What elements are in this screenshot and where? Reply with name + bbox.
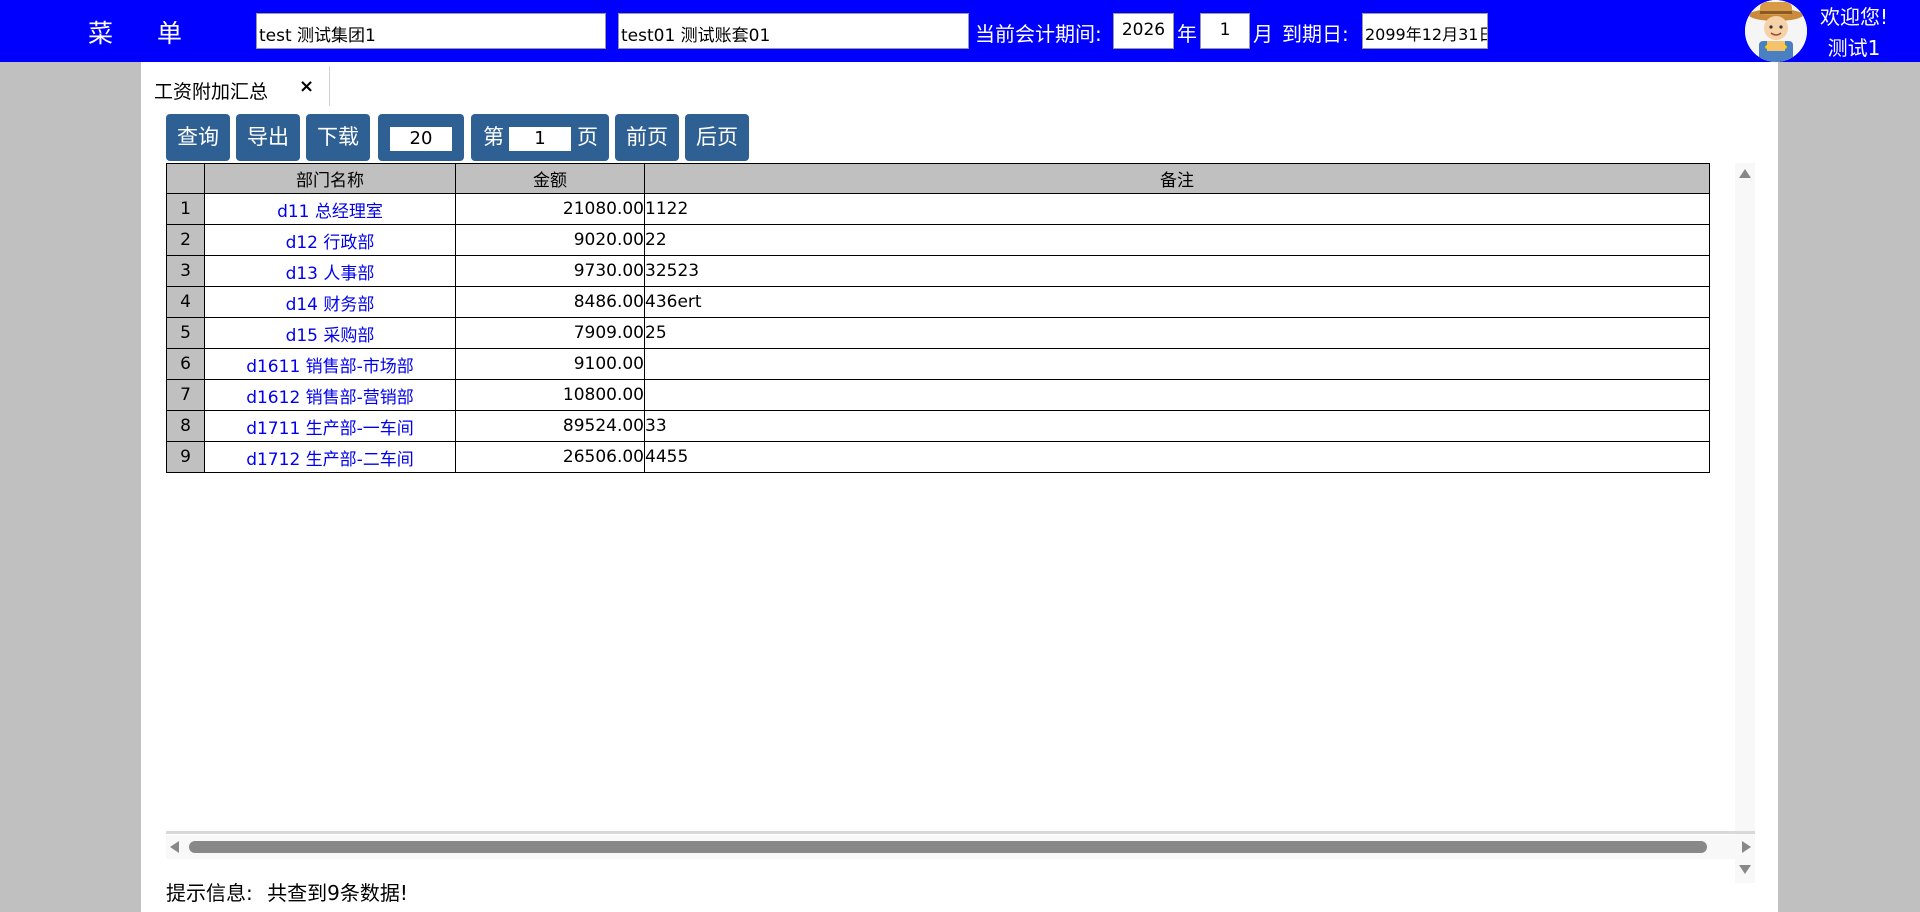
horizontal-scrollbar[interactable] (166, 835, 1755, 859)
amount-cell: 89524.00 (455, 410, 645, 442)
status-bar: 提示信息: 共查到9条数据! (166, 877, 408, 906)
note-cell (644, 348, 1710, 380)
page-suffix: 页 (577, 125, 598, 149)
table-row[interactable]: 1 d11 总经理室 21080.00 1122 (166, 193, 1710, 225)
amount-cell: 21080.00 (455, 193, 645, 225)
dept-link[interactable]: d1712 生产部-二车间 (204, 441, 456, 473)
dept-link[interactable]: d1612 销售部-营销部 (204, 379, 456, 411)
row-number: 3 (166, 255, 205, 287)
page-size-box: 20 (378, 114, 464, 161)
user-avatar[interactable] (1745, 0, 1807, 62)
tab-label: 工资附加汇总 (154, 81, 269, 103)
page-prefix: 第 (483, 125, 504, 149)
tab-bar: 工资附加汇总 × (141, 62, 1778, 106)
table-row[interactable]: 3 d13 人事部 9730.00 32523 (166, 255, 1710, 287)
table-row[interactable]: 7 d1612 销售部-营销部 10800.00 (166, 379, 1710, 411)
table-header-row: 部门名称 金额 备注 (166, 163, 1710, 194)
year-field[interactable]: 2026 (1113, 13, 1174, 49)
month-unit: 月 (1253, 22, 1273, 46)
vertical-scrollbar[interactable] (1735, 163, 1755, 883)
dept-link[interactable]: d11 总经理室 (204, 193, 456, 225)
expire-label: 到期日: (1282, 22, 1349, 46)
table-row[interactable]: 6 d1611 销售部-市场部 9100.00 (166, 348, 1710, 380)
note-cell: 1122 (644, 193, 1710, 225)
row-number: 5 (166, 317, 205, 349)
period-label: 当前会计期间: (975, 22, 1102, 46)
scroll-up-icon[interactable] (1739, 169, 1751, 178)
row-number: 9 (166, 441, 205, 473)
row-number: 1 (166, 193, 205, 225)
note-cell: 4455 (644, 441, 1710, 473)
row-number: 7 (166, 379, 205, 411)
scroll-left-icon[interactable] (170, 841, 179, 853)
year-unit: 年 (1177, 22, 1197, 46)
scroll-down-icon[interactable] (1739, 865, 1751, 874)
amount-cell: 7909.00 (455, 317, 645, 349)
welcome-block: 欢迎您! 测试1 (1820, 2, 1888, 64)
table-row[interactable]: 2 d12 行政部 9020.00 22 (166, 224, 1710, 256)
expire-date-field: 2099年12月31日 (1362, 13, 1488, 49)
note-cell: 33 (644, 410, 1710, 442)
note-cell: 436ert (644, 286, 1710, 318)
dept-link[interactable]: d15 采购部 (204, 317, 456, 349)
data-grid: 部门名称 金额 备注 1 d11 总经理室 21080.00 1122 2 d12 行政部… (166, 163, 1710, 538)
scroll-right-icon[interactable] (1742, 841, 1751, 853)
dept-link[interactable]: d13 人事部 (204, 255, 456, 287)
main-panel: 工资附加汇总 × 查询 导出 下载 20 第 1 页 前页 后页 部门名称 金额… (141, 62, 1778, 912)
note-cell: 22 (644, 224, 1710, 256)
note-cell (644, 379, 1710, 411)
dept-link[interactable]: d1711 生产部-一车间 (204, 410, 456, 442)
amount-cell: 26506.00 (455, 441, 645, 473)
amount-cell: 9020.00 (455, 224, 645, 256)
close-icon[interactable]: × (299, 76, 314, 97)
note-cell: 32523 (644, 255, 1710, 287)
row-number: 4 (166, 286, 205, 318)
account-book-field[interactable]: test01 测试账套01 (618, 13, 969, 49)
note-cell: 25 (644, 317, 1710, 349)
column-header-dept[interactable]: 部门名称 (204, 163, 456, 194)
next-page-button[interactable]: 后页 (685, 114, 749, 161)
dept-link[interactable]: d12 行政部 (204, 224, 456, 256)
scroll-thumb[interactable] (189, 841, 1707, 853)
amount-cell: 8486.00 (455, 286, 645, 318)
dept-link[interactable]: d1611 销售部-市场部 (204, 348, 456, 380)
table-row[interactable]: 9 d1712 生产部-二车间 26506.00 4455 (166, 441, 1710, 473)
table-body: 1 d11 总经理室 21080.00 1122 2 d12 行政部 9020.00 22 3 d… (166, 193, 1710, 473)
column-header-note[interactable]: 备注 (644, 163, 1710, 194)
row-number: 2 (166, 224, 205, 256)
prev-page-button[interactable]: 前页 (615, 114, 679, 161)
page-jump-box: 第 1 页 (471, 114, 609, 161)
query-button[interactable]: 查询 (166, 114, 230, 161)
dept-link[interactable]: d14 财务部 (204, 286, 456, 318)
welcome-text: 欢迎您! (1820, 5, 1889, 29)
export-button[interactable]: 导出 (236, 114, 300, 161)
status-message: 共查到9条数据! (267, 881, 408, 905)
amount-cell: 10800.00 (455, 379, 645, 411)
page-number-input[interactable]: 1 (509, 127, 571, 151)
salary-summary-table: 部门名称 金额 备注 1 d11 总经理室 21080.00 1122 2 d12 行政部… (166, 163, 1710, 473)
horizontal-divider (166, 831, 1755, 834)
table-row[interactable]: 8 d1711 生产部-一车间 89524.00 33 (166, 410, 1710, 442)
user-name: 测试1 (1827, 36, 1881, 60)
column-header-index (166, 163, 205, 194)
table-row[interactable]: 5 d15 采购部 7909.00 25 (166, 317, 1710, 349)
table-row[interactable]: 4 d14 财务部 8486.00 436ert (166, 286, 1710, 318)
row-number: 8 (166, 410, 205, 442)
status-label: 提示信息: (166, 881, 253, 905)
page-size-input[interactable]: 20 (390, 127, 452, 151)
month-field[interactable]: 1 (1200, 13, 1250, 49)
group-field[interactable]: test 测试集团1 (256, 13, 606, 49)
row-number: 6 (166, 348, 205, 380)
column-header-amount[interactable]: 金额 (455, 163, 645, 194)
amount-cell: 9100.00 (455, 348, 645, 380)
download-button[interactable]: 下载 (306, 114, 370, 161)
menu-button[interactable]: 菜 单 (88, 14, 200, 50)
farmer-avatar-icon (1745, 0, 1807, 62)
tab-salary-summary[interactable]: 工资附加汇总 × (141, 66, 330, 106)
top-header: 菜 单 test 测试集团1 test01 测试账套01 当前会计期间: 202… (0, 0, 1920, 62)
amount-cell: 9730.00 (455, 255, 645, 287)
